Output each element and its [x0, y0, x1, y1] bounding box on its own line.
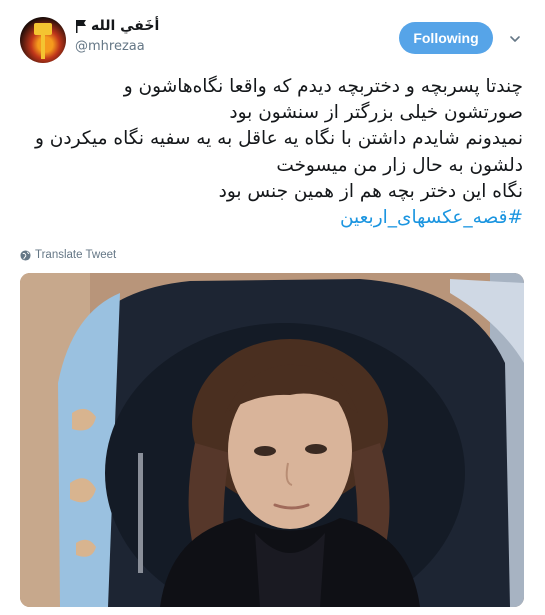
tweet-text: چندتا پسربچه و دختربچه دیدم که واقعا نگا… [20, 74, 523, 231]
tweet-photo[interactable] [20, 273, 524, 607]
author-name-row: أخَفي الله [75, 18, 159, 34]
globe-icon [20, 249, 31, 261]
chevron-down-icon[interactable] [509, 33, 521, 45]
tweet-text-line: چندتا پسربچه و دختربچه دیدم که واقعا نگا… [123, 76, 523, 97]
girl-in-stroller-photo [20, 273, 524, 607]
black-flag-icon [76, 20, 86, 33]
flag-emblem-icon [34, 23, 52, 59]
hashtag-link[interactable]: #قصه_عکسهای_اربعین [20, 205, 523, 231]
user-handle[interactable]: @mhrezaa [75, 39, 145, 54]
translate-tweet-label: Translate Tweet [35, 249, 117, 261]
avatar[interactable] [20, 17, 66, 63]
display-name[interactable]: أخَفي الله [91, 18, 159, 34]
tweet-text-line: نمیدونم شایدم داشتن با نگاه یه عاقل به ی… [34, 128, 523, 150]
tweet-text-line: صورتشون خیلی بزرگتر از سنشون بود [229, 102, 523, 124]
tweet-text-line: نگاه این دختر بچه هم از همین جنس بود [218, 180, 523, 202]
following-button[interactable]: Following [399, 22, 493, 54]
translate-tweet-link[interactable]: Translate Tweet [20, 249, 116, 261]
tweet-text-line: دلشون به حال زار من میسوخت [276, 154, 523, 176]
